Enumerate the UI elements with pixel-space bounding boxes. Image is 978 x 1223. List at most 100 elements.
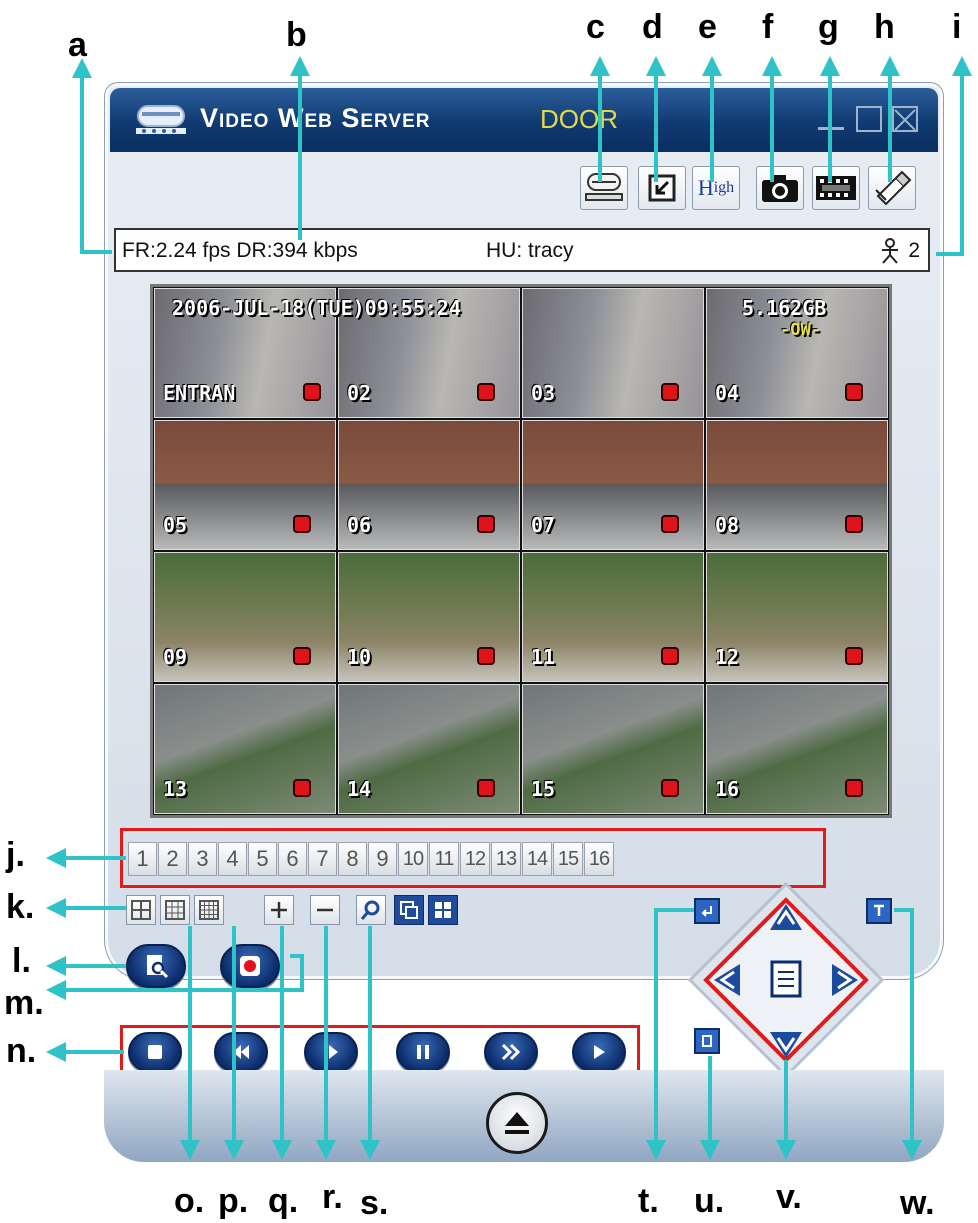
- step-forward-button[interactable]: [304, 1032, 358, 1072]
- step-forward-icon: [324, 1045, 338, 1059]
- osd-disk-space: 5.162GB: [742, 296, 827, 320]
- zoom-out-button[interactable]: [310, 895, 340, 925]
- callout-b: b: [286, 16, 307, 54]
- channel-button-11[interactable]: 11: [429, 842, 459, 876]
- record-indicator: [845, 779, 863, 797]
- quality-rest: igh: [713, 179, 735, 196]
- camera-tile[interactable]: 10: [338, 552, 520, 682]
- pip-icon: [400, 901, 418, 919]
- callout-s: s.: [360, 1184, 389, 1222]
- channel-button-12[interactable]: 12: [460, 842, 490, 876]
- fast-forward-button[interactable]: [484, 1032, 538, 1072]
- channel-button-14[interactable]: 14: [522, 842, 552, 876]
- channel-button-13[interactable]: 13: [491, 842, 521, 876]
- channel-button-10[interactable]: 10: [398, 842, 428, 876]
- host-user: HU: tracy: [486, 239, 574, 262]
- zoom-button[interactable]: [356, 895, 386, 925]
- ptz-tour-button[interactable]: [866, 898, 892, 924]
- camera-label: 09: [163, 645, 188, 669]
- record-film-button[interactable]: [812, 166, 860, 210]
- frame-data-rate: FR:2.24 fps DR:394 kbps: [122, 239, 358, 262]
- network-button[interactable]: [580, 166, 628, 210]
- callout-p: p.: [218, 1182, 249, 1220]
- camera-tile[interactable]: 09: [154, 552, 336, 682]
- camera-label: 07: [531, 513, 556, 537]
- quality-letter: H: [697, 175, 714, 200]
- minimize-view-button[interactable]: [638, 166, 686, 210]
- camera-label: 15: [531, 777, 556, 801]
- channel-button-6[interactable]: 6: [278, 842, 307, 876]
- camera-label: 10: [347, 645, 372, 669]
- camera-tile[interactable]: 11: [522, 552, 704, 682]
- camera-tile[interactable]: 12: [706, 552, 888, 682]
- record-indicator: [845, 647, 863, 665]
- search-button[interactable]: [126, 944, 186, 988]
- ptz-preset-button[interactable]: [694, 1028, 720, 1054]
- callout-g: g: [818, 8, 839, 46]
- quad-view-icon: [435, 902, 451, 918]
- maximize-button[interactable]: [856, 106, 882, 132]
- channel-button-4[interactable]: 4: [218, 842, 247, 876]
- channel-button-7[interactable]: 7: [308, 842, 337, 876]
- layout-9-button[interactable]: [160, 895, 190, 925]
- record-indicator: [293, 515, 311, 533]
- server-logo-icon: [136, 105, 186, 134]
- online-user-count: 2: [908, 239, 920, 262]
- osd-datetime: 2006-JUL-18(TUE)09:55:24: [172, 296, 461, 320]
- camera-tile[interactable]: 13: [154, 684, 336, 814]
- record-indicator: [477, 647, 495, 665]
- channel-button-9[interactable]: 9: [368, 842, 397, 876]
- camera-tile[interactable]: 07: [522, 420, 704, 550]
- quad-view-button[interactable]: [428, 895, 458, 925]
- tour-icon: [874, 904, 884, 916]
- record-button[interactable]: [220, 944, 280, 988]
- ptz-up-icon[interactable]: [768, 902, 804, 932]
- play-button[interactable]: [572, 1032, 626, 1072]
- camera-label: ENTRAN: [163, 381, 236, 405]
- record-indicator: [303, 383, 321, 401]
- camera-tile[interactable]: 14: [338, 684, 520, 814]
- channel-button-8[interactable]: 8: [338, 842, 367, 876]
- channel-button-2[interactable]: 2: [158, 842, 187, 876]
- camera-tile[interactable]: 05: [154, 420, 336, 550]
- ptz-left-icon[interactable]: [712, 962, 742, 998]
- ptz-down-icon[interactable]: [768, 1030, 804, 1060]
- snapshot-button[interactable]: [756, 166, 804, 210]
- zoom-in-button[interactable]: [264, 895, 294, 925]
- camera-tile[interactable]: 03: [522, 288, 704, 418]
- ptz-enter-button[interactable]: [694, 898, 720, 924]
- camera-label: 06: [347, 513, 372, 537]
- pause-button[interactable]: [396, 1032, 450, 1072]
- record-indicator: [661, 515, 679, 533]
- quality-high-button[interactable]: High: [692, 166, 740, 210]
- callout-u: u.: [694, 1182, 725, 1220]
- camera-label: 05: [163, 513, 188, 537]
- record-indicator: [477, 515, 495, 533]
- layout-4-button[interactable]: [126, 895, 156, 925]
- rewind-button[interactable]: [214, 1032, 268, 1072]
- layout-16-button[interactable]: [194, 895, 224, 925]
- channel-button-1[interactable]: 1: [128, 842, 157, 876]
- channel-button-5[interactable]: 5: [248, 842, 277, 876]
- close-button[interactable]: [892, 106, 918, 132]
- camera-tile[interactable]: 16: [706, 684, 888, 814]
- callout-t: t.: [638, 1182, 659, 1220]
- callout-r: r.: [322, 1178, 343, 1216]
- channel-button-15[interactable]: 15: [553, 842, 583, 876]
- osd-overwrite: -OW-: [780, 320, 821, 340]
- minimize-button[interactable]: [818, 106, 844, 132]
- app-title: Video Web Server: [200, 103, 431, 133]
- callout-q: q.: [268, 1182, 299, 1220]
- settings-button[interactable]: [868, 166, 916, 210]
- channel-button-3[interactable]: 3: [188, 842, 217, 876]
- enter-icon: [701, 906, 712, 917]
- camera-tile[interactable]: 15: [522, 684, 704, 814]
- callout-d: d: [642, 8, 663, 46]
- stop-button[interactable]: [128, 1032, 182, 1072]
- eject-button[interactable]: [486, 1092, 548, 1154]
- camera-tile[interactable]: 06: [338, 420, 520, 550]
- camera-tile[interactable]: 08: [706, 420, 888, 550]
- ptz-right-icon[interactable]: [830, 962, 860, 998]
- pip-button[interactable]: [394, 895, 424, 925]
- channel-button-16[interactable]: 16: [584, 842, 614, 876]
